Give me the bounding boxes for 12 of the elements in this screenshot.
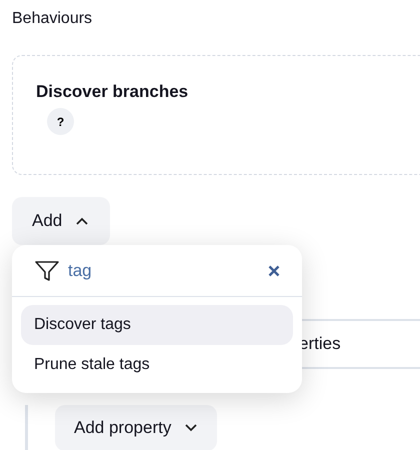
clear-button[interactable] xyxy=(266,262,282,278)
add-property-button[interactable]: Add property xyxy=(55,405,218,450)
caret-icon xyxy=(76,217,88,225)
behaviour-title: Discover branches xyxy=(36,82,190,102)
filter-icon xyxy=(34,260,60,282)
section-title: Behaviours xyxy=(12,9,94,29)
add-button[interactable]: Add xyxy=(12,197,110,245)
menu-item[interactable]: Prune stale tags xyxy=(21,345,293,385)
close-icon xyxy=(268,264,280,276)
menu-item[interactable]: Discover tags xyxy=(21,305,293,345)
help-button[interactable]: ? xyxy=(47,108,74,135)
caret-icon xyxy=(185,424,198,432)
